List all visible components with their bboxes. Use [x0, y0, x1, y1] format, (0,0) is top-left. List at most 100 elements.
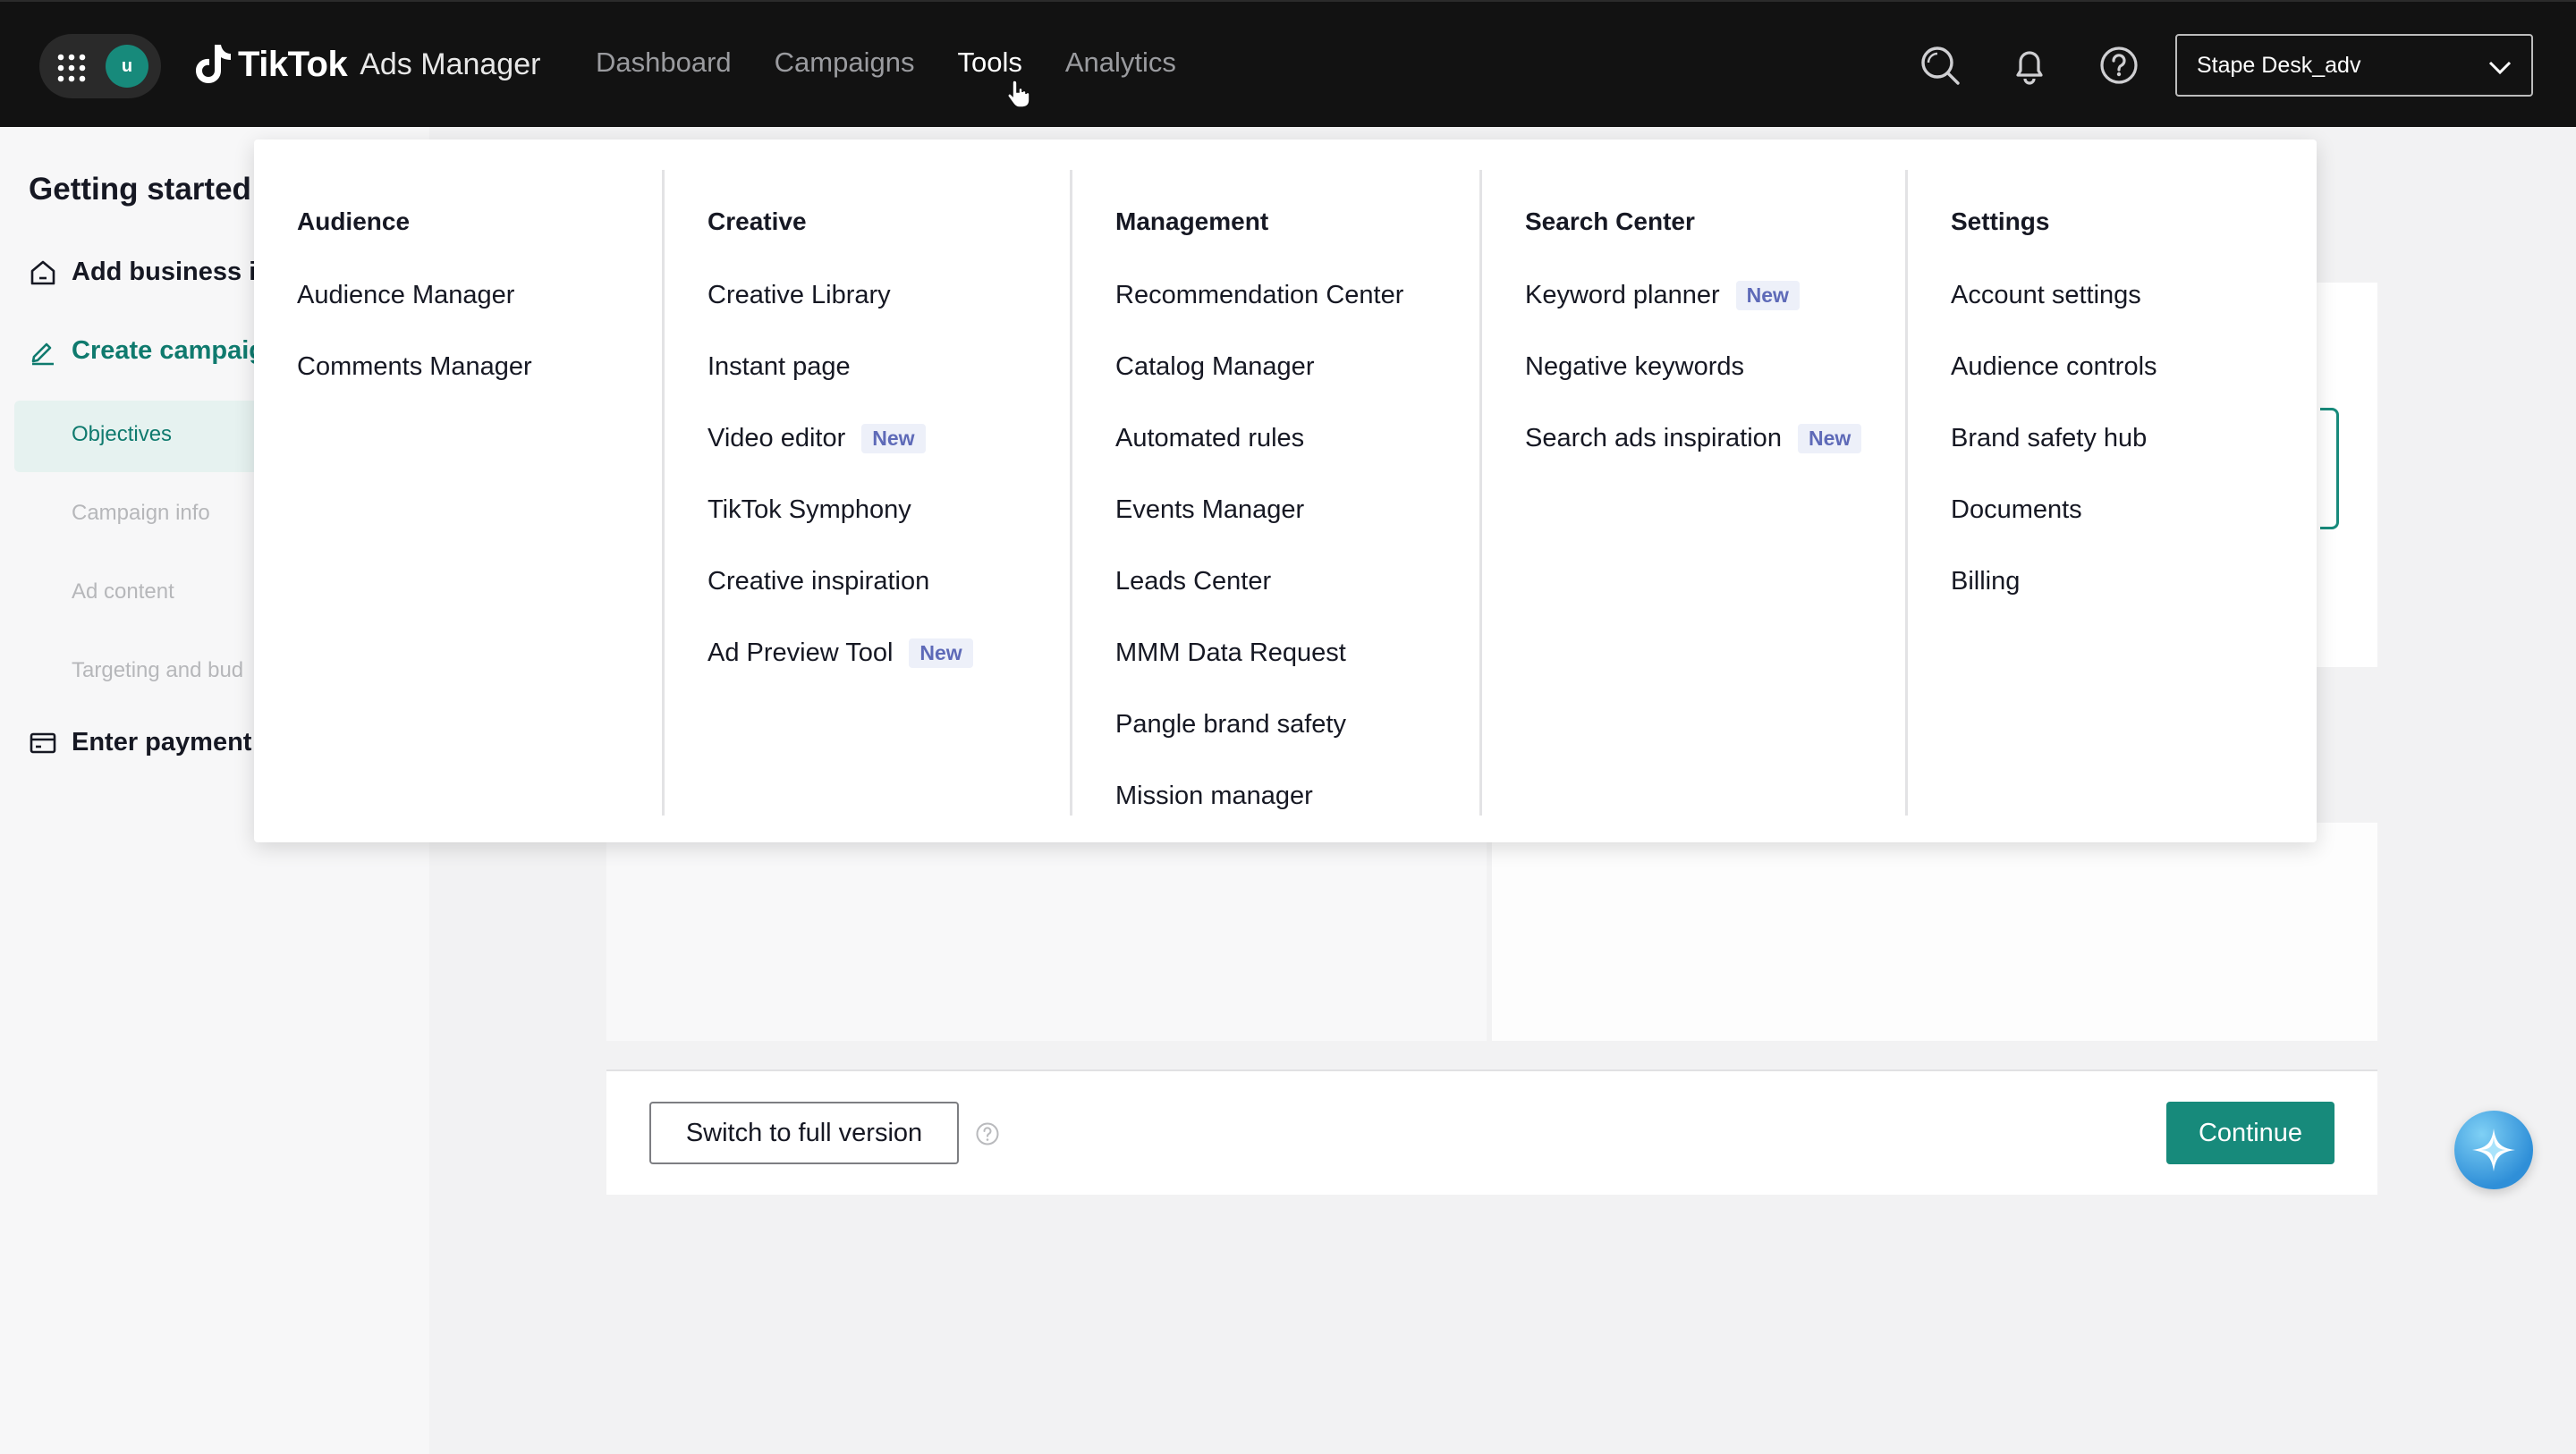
switch-to-full-version-button[interactable]: Switch to full version: [649, 1102, 959, 1164]
menu-column-settings: Settings Account settings Audience contr…: [1905, 170, 2316, 816]
menu-item-recommendation-center[interactable]: Recommendation Center: [1115, 281, 1403, 310]
ai-assistant-button[interactable]: [2454, 1111, 2533, 1189]
menu-item-label: Comments Manager: [297, 352, 532, 381]
continue-button[interactable]: Continue: [2166, 1102, 2334, 1164]
nav-analytics[interactable]: Analytics: [1065, 46, 1176, 79]
menu-item-catalog-manager[interactable]: Catalog Manager: [1115, 352, 1314, 382]
menu-item-label: Audience Manager: [297, 281, 515, 309]
menu-column-search-center: Search Center Keyword planner New Negativ…: [1479, 170, 1908, 816]
menu-item-comments-manager[interactable]: Comments Manager: [297, 352, 532, 382]
menu-item-audience-manager[interactable]: Audience Manager: [297, 281, 514, 310]
new-badge: New: [861, 424, 926, 453]
tiktok-ads-manager-logo[interactable]: TikTok Ads Manager: [195, 41, 540, 88]
menu-item-documents[interactable]: Documents: [1951, 495, 2082, 525]
menu-item-label: Account settings: [1951, 281, 2141, 309]
menu-item-label: Brand safety hub: [1951, 424, 2148, 452]
menu-item-label: TikTok Symphony: [708, 495, 911, 524]
sidebar-title: Getting started: [29, 172, 251, 207]
menu-item-label: Creative inspiration: [708, 567, 930, 596]
substep-objectives[interactable]: Objectives: [72, 422, 172, 447]
substep-targeting-budget[interactable]: Targeting and bud: [72, 658, 243, 683]
help-icon[interactable]: [2097, 43, 2141, 88]
menu-item-label: Instant page: [708, 352, 851, 381]
app-switcher[interactable]: u: [39, 34, 161, 98]
menu-item-keyword-planner[interactable]: Keyword planner New: [1525, 281, 1800, 310]
action-footer: Switch to full version Continue: [606, 1069, 2377, 1195]
menu-column-audience: Audience Audience Manager Comments Manag…: [254, 170, 662, 816]
menu-item-label: Events Manager: [1115, 495, 1305, 524]
apps-grid-icon[interactable]: [57, 54, 86, 82]
menu-item-label: Recommendation Center: [1115, 281, 1404, 309]
menu-item-tiktok-symphony[interactable]: TikTok Symphony: [708, 495, 911, 525]
menu-item-mmm-data-request[interactable]: MMM Data Request: [1115, 638, 1346, 668]
top-navigation-bar: u TikTok Ads Manager Dashboard Campaigns…: [0, 0, 2576, 127]
menu-item-label: Creative Library: [708, 281, 891, 309]
menu-item-instant-page[interactable]: Instant page: [708, 352, 851, 382]
new-badge: New: [1735, 281, 1800, 310]
menu-item-label: Pangle brand safety: [1115, 710, 1346, 739]
menu-item-creative-inspiration[interactable]: Creative inspiration: [708, 567, 929, 596]
objective-card-left[interactable]: [606, 823, 1487, 1041]
brand-name: TikTok: [238, 44, 348, 84]
menu-column-creative: Creative Creative Library Instant page V…: [662, 170, 1072, 816]
account-name: Stape Desk_adv: [2197, 52, 2361, 78]
account-selector[interactable]: Stape Desk_adv: [2175, 34, 2533, 97]
menu-heading-audience: Audience: [297, 207, 411, 235]
menu-item-leads-center[interactable]: Leads Center: [1115, 567, 1271, 596]
menu-item-label: Automated rules: [1115, 424, 1305, 452]
step-create-campaign[interactable]: Create campaig: [29, 336, 265, 366]
sparkle-icon: [2472, 1129, 2515, 1171]
new-badge: New: [909, 638, 973, 668]
menu-item-label: Billing: [1951, 567, 2021, 596]
search-icon[interactable]: [1918, 43, 1962, 88]
menu-item-automated-rules[interactable]: Automated rules: [1115, 424, 1304, 453]
bell-icon[interactable]: [2007, 43, 2052, 88]
menu-heading-search-center: Search Center: [1525, 207, 1695, 235]
nav-tools[interactable]: Tools: [957, 46, 1021, 79]
step-label: Enter payment i: [72, 728, 267, 757]
selected-card-edge: [2320, 408, 2339, 529]
menu-item-label: Video editor: [708, 424, 846, 452]
menu-item-creative-library[interactable]: Creative Library: [708, 281, 891, 310]
menu-item-label: MMM Data Request: [1115, 638, 1346, 667]
step-enter-payment[interactable]: Enter payment i: [29, 728, 267, 757]
menu-item-label: Mission manager: [1115, 782, 1313, 810]
objective-card-peek: [2308, 283, 2377, 667]
menu-heading-creative: Creative: [708, 207, 807, 235]
menu-item-events-manager[interactable]: Events Manager: [1115, 495, 1304, 525]
menu-item-brand-safety-hub[interactable]: Brand safety hub: [1951, 424, 2147, 453]
menu-item-mission-manager[interactable]: Mission manager: [1115, 782, 1313, 811]
objective-card-right[interactable]: [1492, 823, 2377, 1041]
menu-item-negative-keywords[interactable]: Negative keywords: [1525, 352, 1744, 382]
nav-dashboard[interactable]: Dashboard: [596, 46, 732, 79]
product-name: Ads Manager: [360, 46, 541, 81]
main-nav: Dashboard Campaigns Tools Analytics: [596, 46, 1176, 79]
menu-item-video-editor[interactable]: Video editor New: [708, 424, 926, 453]
menu-item-label: Negative keywords: [1525, 352, 1744, 381]
menu-item-ad-preview-tool[interactable]: Ad Preview Tool New: [708, 638, 973, 668]
new-badge: New: [1797, 424, 1862, 453]
hand-cursor-icon: [1007, 80, 1030, 108]
menu-item-billing[interactable]: Billing: [1951, 567, 2020, 596]
substep-ad-content[interactable]: Ad content: [72, 579, 174, 604]
substep-campaign-info[interactable]: Campaign info: [72, 501, 210, 526]
menu-item-label: Documents: [1951, 495, 2082, 524]
card-icon: [30, 732, 56, 753]
user-avatar[interactable]: u: [106, 45, 148, 88]
step-add-business-info[interactable]: Add business ir: [29, 258, 267, 287]
menu-item-label: Audience controls: [1951, 352, 2157, 381]
home-icon: [30, 260, 55, 284]
pencil-icon: [31, 342, 54, 365]
help-circle-icon[interactable]: [975, 1121, 1000, 1146]
nav-campaigns[interactable]: Campaigns: [775, 46, 915, 79]
menu-item-label: Leads Center: [1115, 567, 1272, 596]
menu-heading-management: Management: [1115, 207, 1269, 235]
menu-item-account-settings[interactable]: Account settings: [1951, 281, 2141, 310]
tools-dropdown-menu: Audience Audience Manager Comments Manag…: [254, 139, 2317, 842]
step-label: Create campaig: [72, 336, 265, 365]
menu-item-label: Catalog Manager: [1115, 352, 1315, 381]
menu-item-pangle-brand-safety[interactable]: Pangle brand safety: [1115, 710, 1346, 740]
menu-item-audience-controls[interactable]: Audience controls: [1951, 352, 2157, 382]
menu-item-search-ads-inspiration[interactable]: Search ads inspiration New: [1525, 424, 1862, 453]
chevron-down-icon: [2488, 61, 2512, 75]
